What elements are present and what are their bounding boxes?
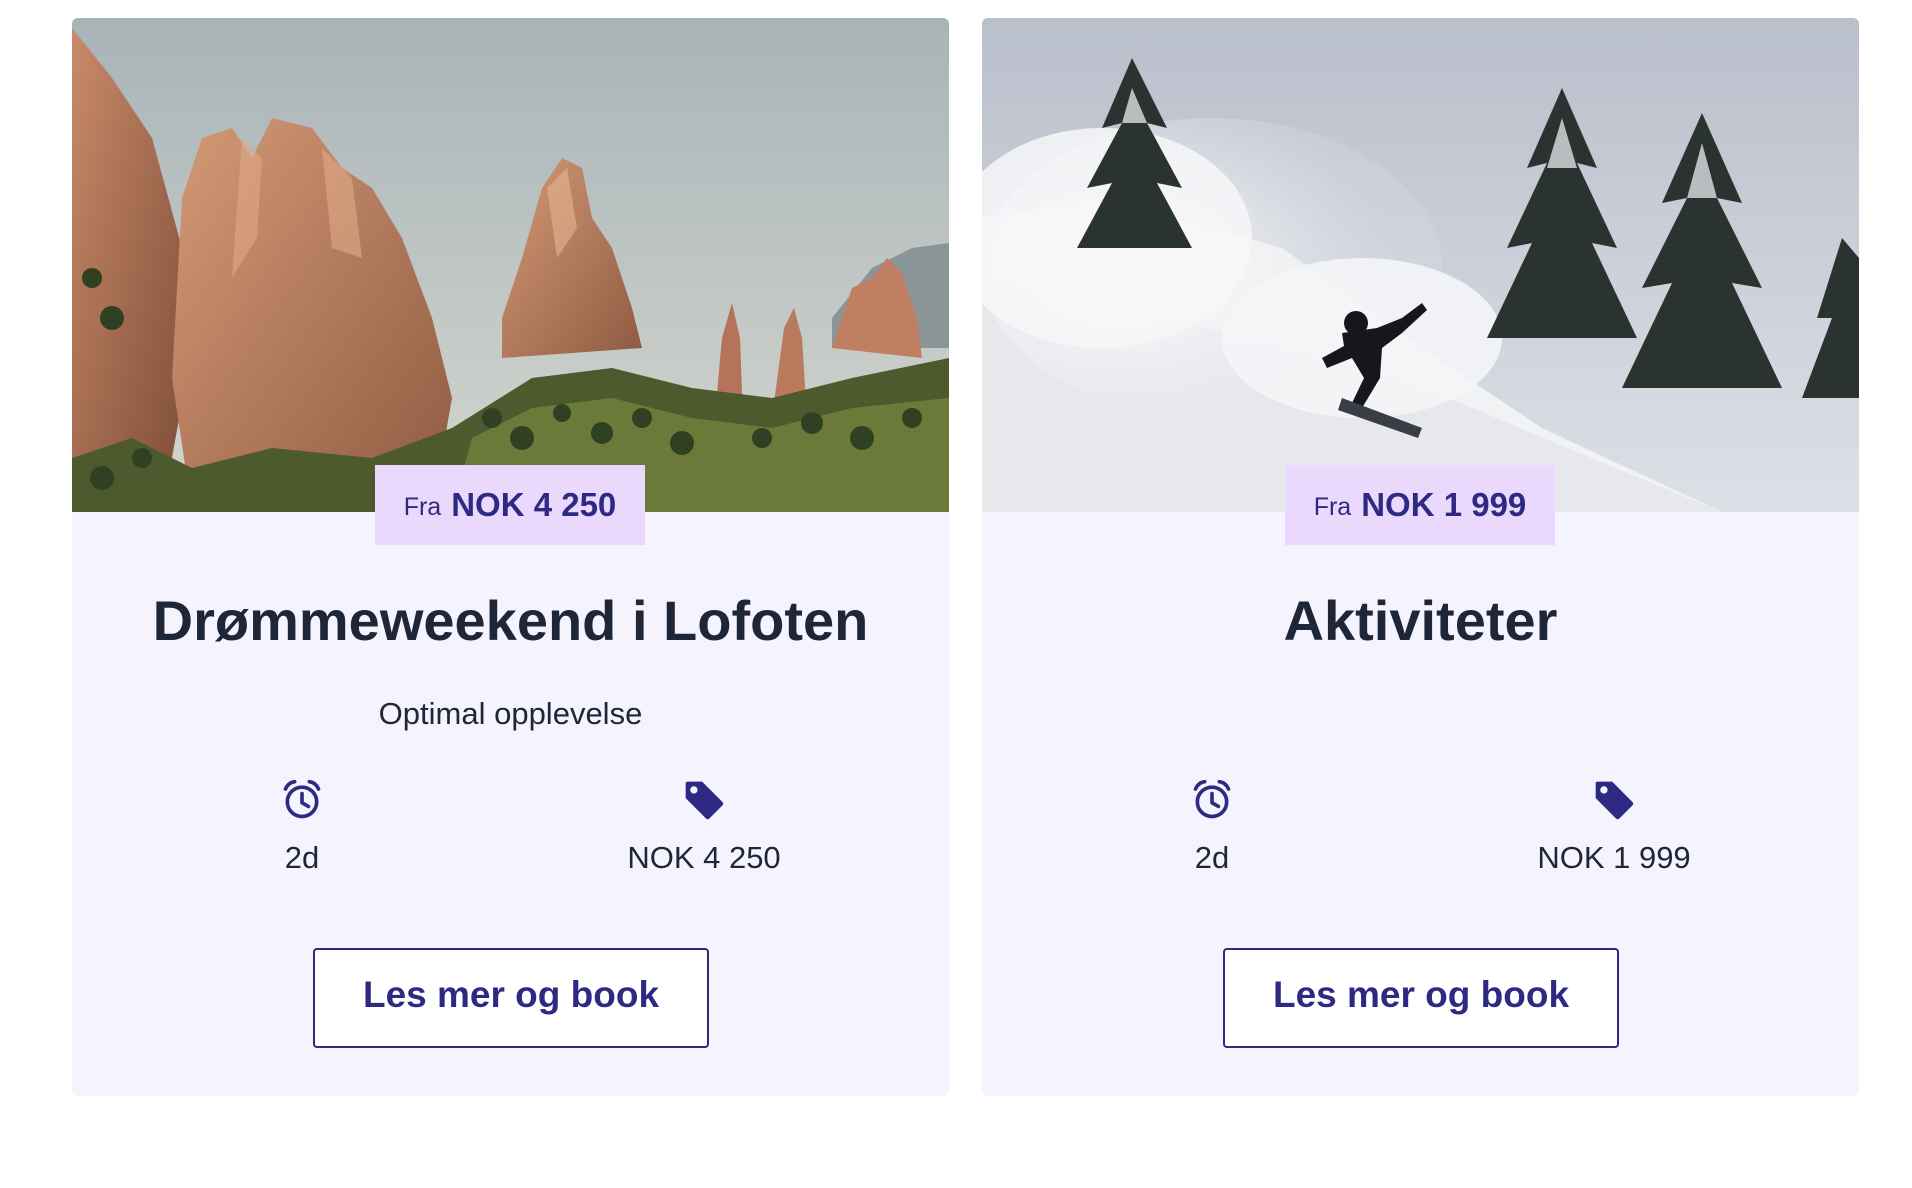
duration-label: 2d	[284, 840, 320, 875]
offer-image[interactable]	[72, 18, 949, 512]
price-amount: NOK 4 250	[451, 486, 617, 523]
alarm-clock-icon	[283, 779, 321, 819]
rock-formations-image	[72, 18, 949, 512]
offer-card-list: Fra NOK 4 250 Drømmeweekend i Lofoten Op…	[0, 0, 1912, 1188]
snowboarder-image	[982, 18, 1859, 512]
price-tag-icon	[685, 781, 724, 820]
price-label: NOK 1 999	[1537, 840, 1691, 875]
price-prefix: Fra	[403, 492, 442, 521]
price-info: NOK 1 999	[1494, 778, 1734, 876]
duration-info: 2d	[182, 778, 422, 876]
offer-card[interactable]: Fra NOK 4 250 Drømmeweekend i Lofoten Op…	[72, 18, 949, 1096]
offer-card[interactable]: Fra NOK 1 999 Aktiviteter 2d NOK 1 999 L…	[982, 18, 1859, 1096]
offer-image[interactable]	[982, 18, 1859, 512]
alarm-clock-icon	[1193, 779, 1231, 819]
price-label: NOK 4 250	[627, 840, 781, 875]
read-more-and-book-button[interactable]: Les mer og book	[1223, 948, 1619, 1048]
price-info: NOK 4 250	[584, 778, 824, 876]
duration-info: 2d	[1092, 778, 1332, 876]
duration-label: 2d	[1194, 840, 1230, 875]
offer-title[interactable]: Drømmeweekend i Lofoten	[72, 588, 949, 653]
starting-price-badge: Fra NOK 1 999	[1285, 465, 1555, 545]
read-more-and-book-button[interactable]: Les mer og book	[313, 948, 709, 1048]
price-amount: NOK 1 999	[1361, 486, 1527, 523]
price-tag-icon	[1595, 781, 1634, 820]
price-prefix: Fra	[1313, 492, 1352, 521]
offer-subtitle: Optimal opplevelse	[378, 696, 643, 731]
offer-title[interactable]: Aktiviteter	[982, 588, 1859, 653]
starting-price-badge: Fra NOK 4 250	[375, 465, 645, 545]
